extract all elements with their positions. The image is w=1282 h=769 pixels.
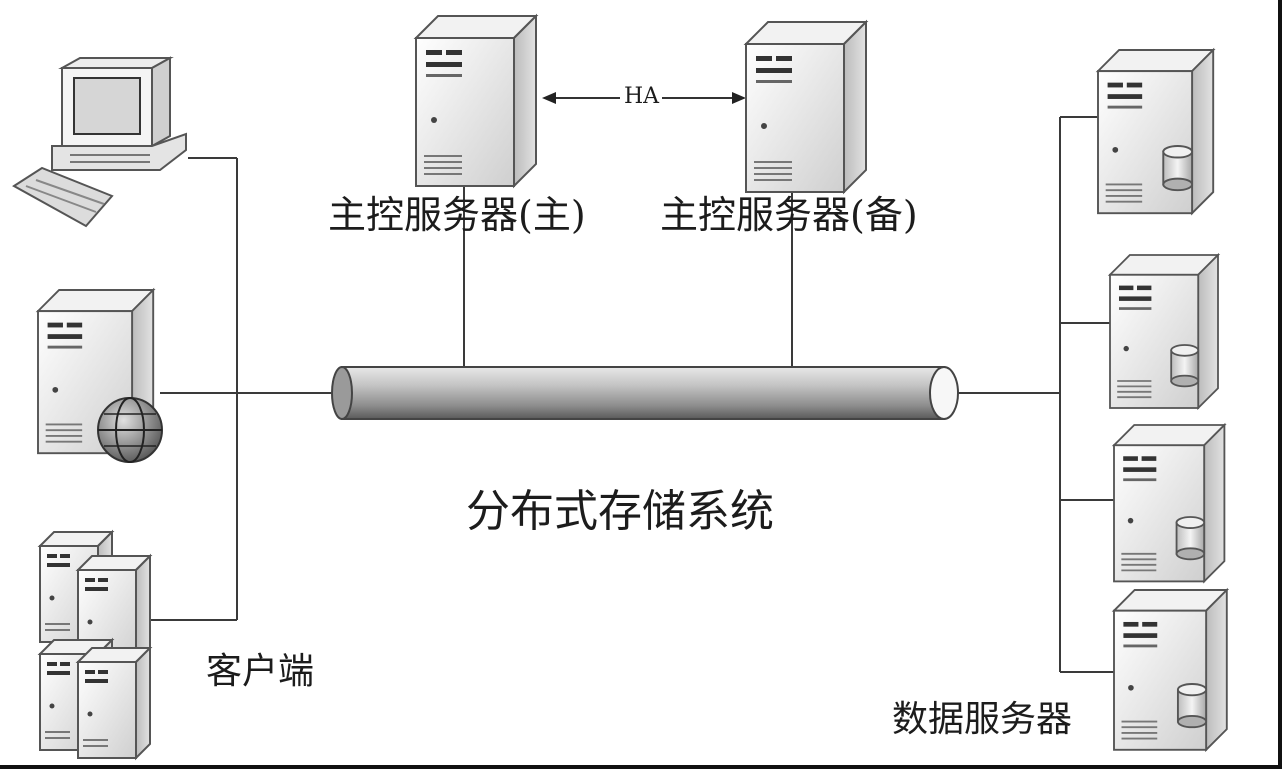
image-border: [0, 0, 1282, 769]
distributed-storage-diagram: 主控服务器(主) 主控服务器(备) HA 分布式存储系统 客户端 数据服务器: [0, 0, 1282, 769]
